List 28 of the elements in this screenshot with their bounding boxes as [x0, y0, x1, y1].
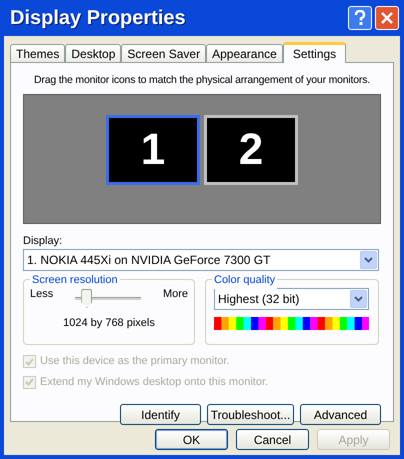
close-button[interactable]	[375, 6, 399, 30]
tab[interactable]: Settings	[282, 42, 346, 63]
color-quality-title: Color quality	[212, 272, 278, 289]
window-title: Display Properties	[10, 6, 186, 31]
color-quality-dropdown[interactable]: Highest (32 bit)	[214, 288, 369, 310]
checkbox-label: Use this device as the primary monitor.	[40, 354, 230, 370]
tab[interactable]: Themes	[10, 44, 66, 62]
dialog-button[interactable]: Cancel	[236, 429, 309, 450]
dialog-button[interactable]: Identify	[120, 404, 201, 426]
help-button[interactable]	[348, 6, 372, 30]
more-label: More	[162, 287, 188, 302]
tab[interactable]: Screen Saver	[121, 44, 206, 62]
checkbox-label: Extend my Windows desktop onto this monitor.	[40, 374, 268, 390]
display-label: Display:	[23, 234, 64, 249]
question-mark-icon	[354, 10, 366, 26]
tab[interactable]: Desktop	[65, 44, 122, 62]
display-dropdown[interactable]: 1. NOKIA 445Xi on NVIDIA GeForce 7300 GT	[23, 249, 379, 272]
dialog-button[interactable]: Advanced	[300, 404, 381, 426]
slider-thumb[interactable]	[81, 289, 92, 308]
less-label: Less	[30, 287, 54, 302]
close-icon	[381, 12, 393, 24]
tab[interactable]: Appearance	[206, 44, 283, 62]
monitor-tile[interactable]: 1	[106, 114, 200, 185]
dialog-button[interactable]: OK	[155, 429, 228, 450]
dialog-button[interactable]: Troubleshoot...	[207, 404, 294, 426]
resolution-reading: 1024 by 768 pixels	[62, 316, 156, 331]
monitor-tile[interactable]: 2	[204, 114, 298, 185]
instruction-text: Drag the monitor icons to match the physical arrangement of your monitors.	[33, 73, 371, 88]
